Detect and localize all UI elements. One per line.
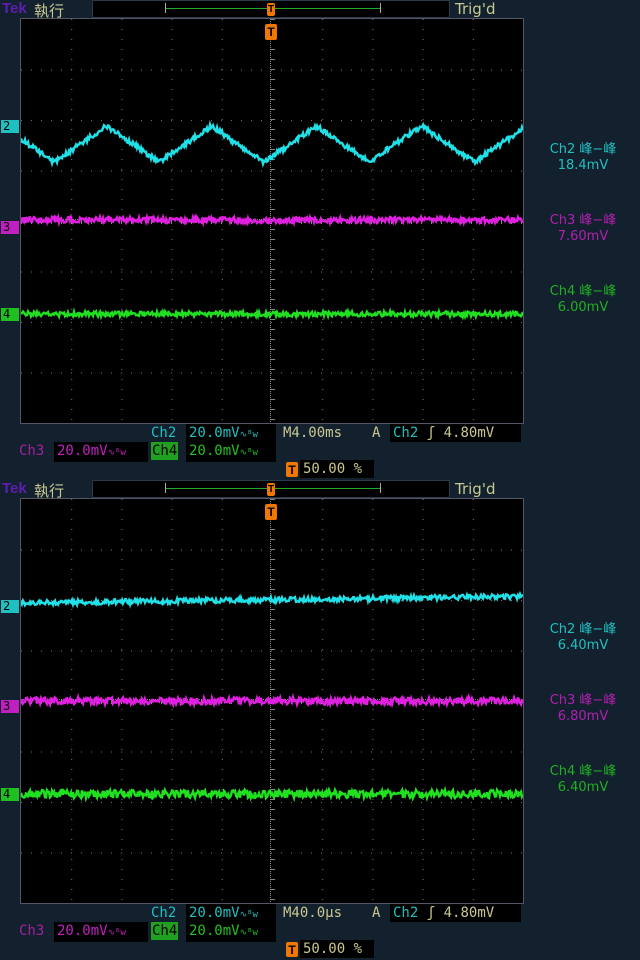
trigger-status: Trig'd <box>455 0 495 18</box>
graticule <box>20 498 524 904</box>
ch2-ground-marker[interactable]: 2 <box>1 600 19 613</box>
trigger-readout[interactable]: Ch2 ʃ 4.80mV <box>390 904 521 922</box>
ch3-scale[interactable]: 20.0mV∿ᴮw <box>54 922 148 942</box>
ch2-waveform <box>21 594 523 605</box>
trigger-mode: A <box>372 904 380 922</box>
trigger-position-icon: T <box>286 942 298 957</box>
ch3-scale[interactable]: 20.0mV∿ᴮw <box>54 442 148 462</box>
ch3-label[interactable]: Ch3 <box>19 442 44 460</box>
ch2-label[interactable]: Ch2 <box>151 904 176 922</box>
ch2-waveform <box>21 125 523 164</box>
ch3-measurement: Ch3 峰−峰 6.80mV <box>528 693 638 725</box>
ch2-measurement: Ch2 峰−峰 6.40mV <box>528 622 638 654</box>
ch4-measurement: Ch4 峰−峰 6.00mV <box>528 284 638 316</box>
ch4-label[interactable]: Ch4 <box>151 922 178 940</box>
timebase[interactable]: M4.00ms <box>283 424 342 442</box>
trigger-position-value[interactable]: 50.00 % <box>300 460 374 478</box>
ch3-ground-marker[interactable]: 3 <box>1 700 19 713</box>
ch3-waveform <box>21 698 523 705</box>
ch4-waveform <box>21 790 523 798</box>
record-trigger-marker: T <box>267 483 275 496</box>
scope-capture: Tek 執行 T Trig'd T 2 3 4 Ch2 峰−峰 6.40mV Ch… <box>0 480 640 960</box>
ch3-ground-marker[interactable]: 3 <box>1 221 19 234</box>
record-view-bar: T <box>92 480 450 498</box>
trigger-position-marker[interactable]: T <box>265 24 277 40</box>
ch2-label[interactable]: Ch2 <box>151 424 176 442</box>
scope-capture: Tek 執行 T Trig'd T 2 3 4 Ch2 峰−峰 18.4mV Ch… <box>0 0 640 480</box>
record-trigger-marker: T <box>267 3 275 16</box>
ch3-measurement: Ch3 峰−峰 7.60mV <box>528 213 638 245</box>
tek-logo: Tek <box>2 480 27 497</box>
ch4-waveform <box>21 312 523 317</box>
ch4-measurement: Ch4 峰−峰 6.40mV <box>528 764 638 796</box>
graticule <box>20 18 524 424</box>
ch4-ground-marker[interactable]: 4 <box>1 308 19 321</box>
ch3-waveform <box>21 217 523 223</box>
trigger-position-marker[interactable]: T <box>265 504 277 520</box>
ch3-label[interactable]: Ch3 <box>19 922 44 940</box>
ch4-ground-marker[interactable]: 4 <box>1 788 19 801</box>
trigger-mode: A <box>372 424 380 442</box>
trigger-status: Trig'd <box>455 480 495 498</box>
trigger-position-value[interactable]: 50.00 % <box>300 940 374 958</box>
trigger-position-icon: T <box>286 462 298 477</box>
tek-logo: Tek <box>2 0 27 17</box>
record-view-bar: T <box>92 0 450 18</box>
ch2-measurement: Ch2 峰−峰 18.4mV <box>528 142 638 174</box>
ch4-scale[interactable]: 20.0mV∿ᴮw <box>186 442 276 462</box>
ch2-ground-marker[interactable]: 2 <box>1 120 19 133</box>
timebase[interactable]: M40.0µs <box>283 904 342 922</box>
ch4-scale[interactable]: 20.0mV∿ᴮw <box>186 922 276 942</box>
ch2-scale[interactable]: 20.0mV∿ᴮw <box>186 424 276 444</box>
ch4-label[interactable]: Ch4 <box>151 442 178 460</box>
trigger-readout[interactable]: Ch2 ʃ 4.80mV <box>390 424 521 442</box>
ch2-scale[interactable]: 20.0mV∿ᴮw <box>186 904 276 924</box>
